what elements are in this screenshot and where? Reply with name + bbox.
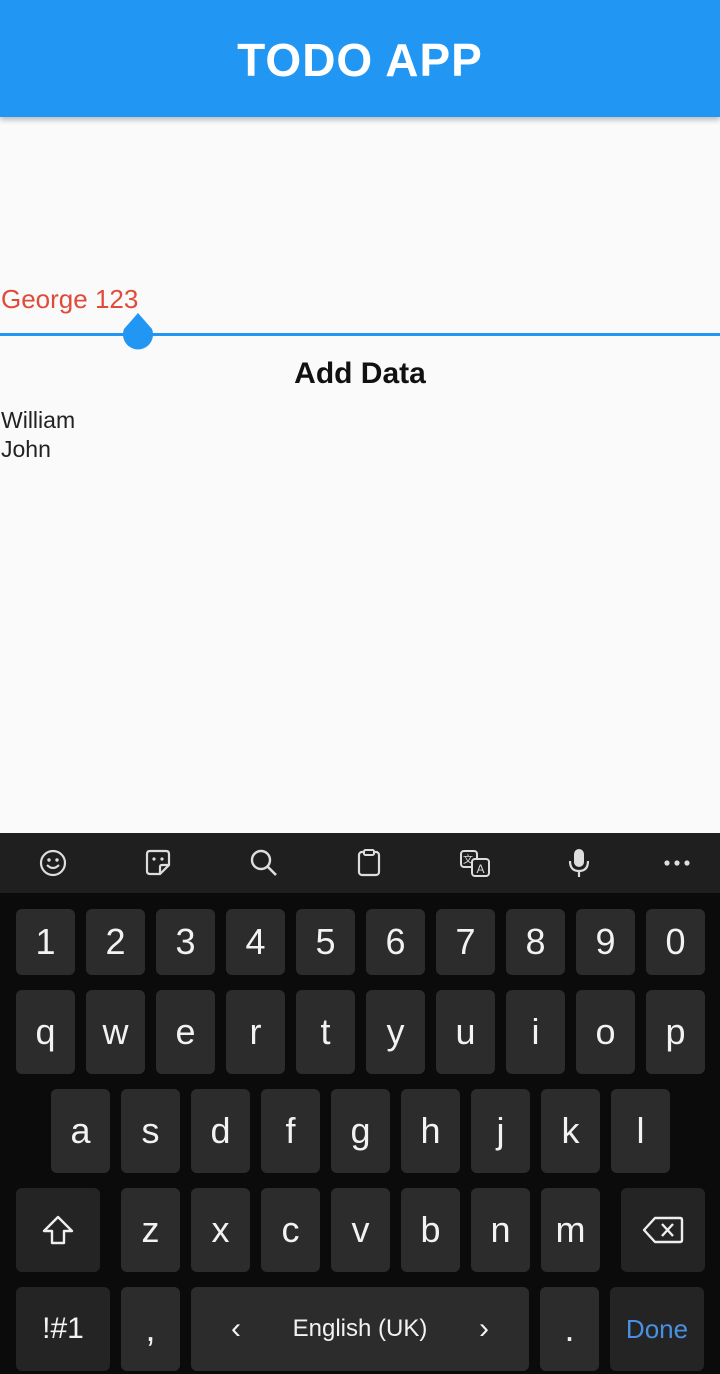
app-title: TODO APP [237,33,483,86]
key[interactable]: 8 [506,909,565,975]
add-data-button[interactable]: Add Data [270,352,450,396]
input-underline [0,333,720,336]
key[interactable]: q [16,990,75,1074]
space-key[interactable]: ‹ English (UK) › [191,1287,529,1371]
key[interactable]: i [506,990,565,1074]
sticker-icon[interactable] [128,833,188,893]
todo-list: William John [1,406,75,464]
key[interactable]: y [366,990,425,1074]
period-key[interactable]: . [540,1287,599,1371]
keyboard: 1 2 3 4 5 6 7 8 9 0 q w e r t y u i o p … [0,893,720,1374]
symbols-key[interactable]: !#1 [16,1287,110,1371]
key[interactable]: 1 [16,909,75,975]
search-icon[interactable] [234,833,294,893]
key[interactable]: k [541,1089,600,1173]
key[interactable]: d [191,1089,250,1173]
keyboard-toolbar: A文 [0,833,720,893]
shift-key[interactable] [16,1188,100,1272]
comma-key[interactable]: , [121,1287,180,1371]
key[interactable]: a [51,1089,110,1173]
key[interactable]: 4 [226,909,285,975]
key[interactable]: l [611,1089,670,1173]
key[interactable]: g [331,1089,390,1173]
key[interactable]: 3 [156,909,215,975]
key[interactable]: z [121,1188,180,1272]
key[interactable]: o [576,990,635,1074]
key[interactable]: 0 [646,909,705,975]
key[interactable]: c [261,1188,320,1272]
chevron-right-icon: › [479,1312,489,1345]
translate-icon[interactable]: A文 [445,833,505,893]
key[interactable]: t [296,990,355,1074]
key[interactable]: s [121,1089,180,1173]
key[interactable]: f [261,1089,320,1173]
key[interactable]: 2 [86,909,145,975]
key[interactable]: e [156,990,215,1074]
todo-input-value[interactable]: George 123 [1,284,138,315]
app-bar: TODO APP [0,0,720,117]
key[interactable]: p [646,990,705,1074]
key[interactable]: u [436,990,495,1074]
backspace-icon [642,1216,684,1244]
key[interactable]: x [191,1188,250,1272]
key[interactable]: 9 [576,909,635,975]
key[interactable]: r [226,990,285,1074]
done-key[interactable]: Done [610,1287,704,1371]
svg-text:A: A [476,862,484,876]
key[interactable]: w [86,990,145,1074]
clipboard-icon[interactable] [339,833,399,893]
svg-text:文: 文 [463,853,473,866]
key[interactable]: 5 [296,909,355,975]
key[interactable]: n [471,1188,530,1272]
key[interactable]: j [471,1089,530,1173]
todo-input[interactable]: George 123 [0,270,720,350]
list-item: John [1,436,51,462]
emoji-icon[interactable] [23,833,83,893]
key[interactable]: h [401,1089,460,1173]
key[interactable]: m [541,1188,600,1272]
key[interactable]: v [331,1188,390,1272]
key[interactable]: b [401,1188,460,1272]
key[interactable]: 7 [436,909,495,975]
key[interactable]: 6 [366,909,425,975]
list-item: William [1,407,76,433]
microphone-icon[interactable] [549,833,609,893]
more-icon[interactable] [647,833,707,893]
backspace-key[interactable] [621,1188,705,1272]
chevron-left-icon: ‹ [231,1312,241,1345]
cursor-handle-icon[interactable] [121,312,155,354]
shift-icon [42,1215,74,1245]
keyboard-language: English (UK) [292,1315,428,1342]
